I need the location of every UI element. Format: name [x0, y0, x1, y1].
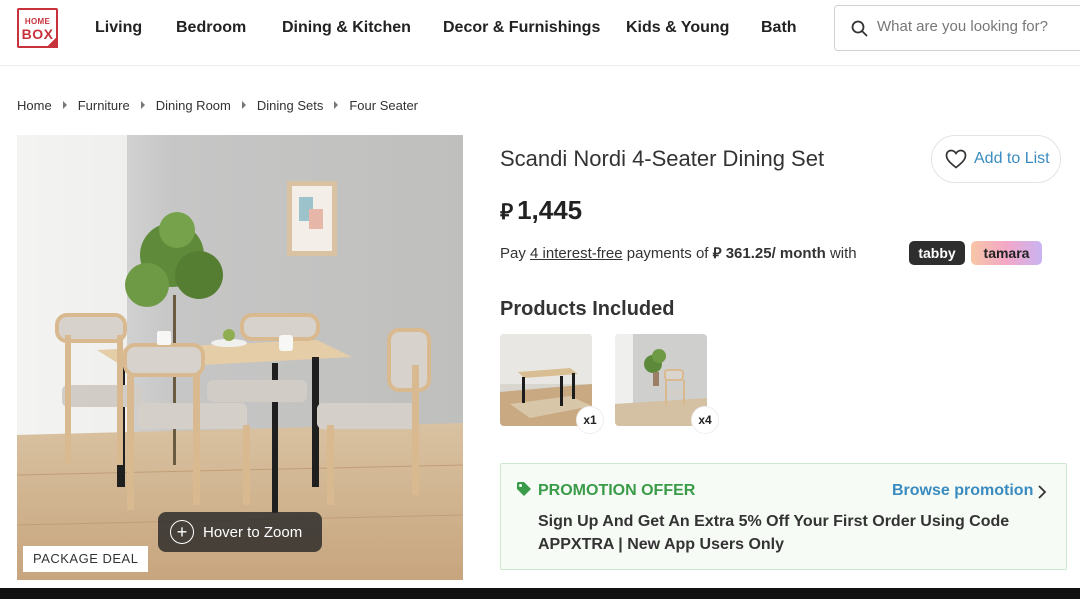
nav-dining-kitchen[interactable]: Dining & Kitchen	[282, 19, 411, 37]
zoom-plus-icon: +	[170, 520, 194, 544]
heart-icon	[945, 149, 967, 169]
quantity-badge: x4	[691, 406, 719, 434]
breadcrumb-dining-sets[interactable]: Dining Sets	[257, 98, 323, 113]
add-to-list-label: Add to List	[974, 150, 1050, 167]
logo-line-2: BOX	[21, 26, 54, 42]
package-deal-badge: PACKAGE DEAL	[23, 546, 149, 572]
breadcrumb-furniture[interactable]: Furniture	[78, 98, 130, 113]
breadcrumb-four-seater[interactable]: Four Seater	[349, 98, 418, 113]
browse-promotion-link[interactable]: Browse promotion	[892, 482, 1033, 500]
products-included-title: Products Included	[500, 298, 675, 320]
chevron-right-icon	[241, 101, 246, 109]
product-main-image[interactable]: + Hover to Zoom PACKAGE DEAL	[17, 135, 463, 580]
installments-prefix: Pay	[500, 245, 526, 262]
interest-free-link[interactable]: 4 interest-free	[530, 245, 623, 262]
search-icon	[851, 20, 868, 37]
promotion-label: PROMOTION OFFER	[538, 482, 696, 499]
currency-symbol: ⃁	[500, 199, 514, 224]
breadcrumb-dining-room[interactable]: Dining Room	[156, 98, 231, 113]
hover-to-zoom-button[interactable]: + Hover to Zoom	[158, 512, 322, 552]
logo-line-1: HOME	[24, 17, 51, 26]
tamara-logo[interactable]: tamara	[971, 241, 1042, 265]
included-product-table[interactable]: x1	[500, 334, 604, 434]
chevron-right-icon	[140, 101, 145, 109]
price-value: 1,445	[517, 195, 583, 225]
product-price: ⃁ 1,445	[500, 195, 582, 226]
search-box[interactable]	[834, 5, 1080, 51]
promotion-offer-box: PROMOTION OFFER Browse promotion Sign Up…	[500, 463, 1067, 570]
homebox-logo[interactable]: HOME BOX	[17, 8, 58, 48]
installment-amount: ⃁ 361.25/ month	[712, 245, 826, 262]
included-product-chair[interactable]: x4	[615, 334, 719, 434]
nav-bedroom[interactable]: Bedroom	[176, 19, 246, 37]
product-title: Scandi Nordi 4-Seater Dining Set	[500, 146, 825, 171]
quantity-badge: x1	[576, 406, 604, 434]
search-input[interactable]	[877, 18, 1077, 35]
tag-icon	[517, 482, 531, 496]
chevron-right-icon[interactable]	[1037, 484, 1047, 500]
breadcrumb: Home Furniture Dining Room Dining Sets Four …	[17, 98, 418, 113]
nav-decor-furnishings[interactable]: Decor & Furnishings	[443, 19, 600, 37]
promotion-text: Sign Up And Get An Extra 5% Off Your Fir…	[538, 513, 1010, 553]
site-header: HOME BOX Living Bedroom Dining & Kitchen…	[0, 0, 1080, 66]
tabby-logo[interactable]: tabby	[909, 241, 965, 265]
chevron-right-icon	[62, 101, 67, 109]
nav-kids-young[interactable]: Kids & Young	[626, 19, 729, 37]
add-to-list-button[interactable]: Add to List	[931, 135, 1061, 183]
installments-middle: payments of	[626, 245, 709, 262]
nav-bath[interactable]: Bath	[761, 19, 797, 37]
bottom-bar	[0, 588, 1080, 599]
breadcrumb-home[interactable]: Home	[17, 98, 52, 113]
zoom-hint-label: Hover to Zoom	[203, 523, 303, 541]
installments-suffix: with	[829, 245, 857, 262]
nav-living[interactable]: Living	[95, 19, 142, 37]
chevron-right-icon	[334, 101, 339, 109]
installments-info: Pay 4 interest-free payments of ⃁ 361.25…	[500, 244, 857, 263]
